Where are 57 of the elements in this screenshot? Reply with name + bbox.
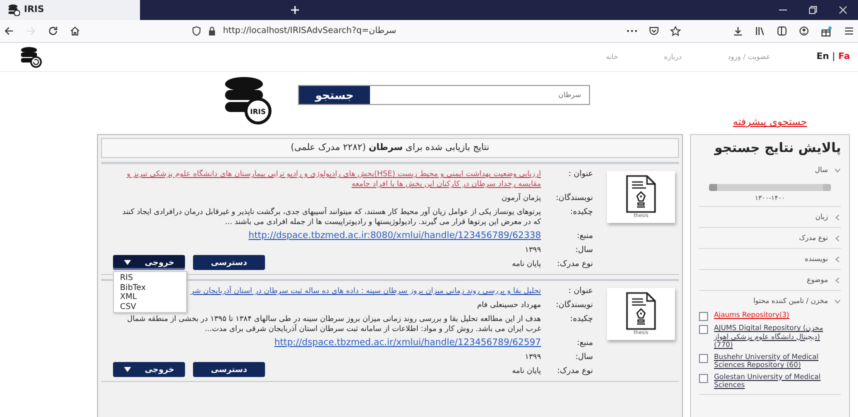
access-button[interactable]: دسترسی: [193, 255, 265, 270]
database-icon: [8, 4, 20, 16]
reload-icon[interactable]: [48, 26, 58, 36]
separator: |: [832, 52, 836, 62]
menu-item[interactable]: RIS: [114, 273, 186, 282]
field-label: نویسندگان:: [554, 193, 593, 203]
field-label: منبع:: [576, 338, 593, 348]
restore-icon[interactable]: [808, 5, 818, 15]
menu-item[interactable]: BibTex: [114, 282, 186, 292]
sidebar-icon[interactable]: [777, 26, 787, 36]
menu-icon[interactable]: [844, 26, 854, 36]
caret-icon: [124, 260, 131, 265]
download-icon[interactable]: [733, 26, 743, 36]
database-logo-icon: [20, 46, 42, 68]
checkbox[interactable]: [699, 312, 708, 321]
home-icon[interactable]: [70, 26, 80, 36]
export-button[interactable]: خروجی: [113, 362, 185, 377]
caret-icon: [124, 367, 131, 372]
account-icon[interactable]: [799, 26, 809, 36]
field-label: منبع:: [576, 231, 593, 241]
library-icon[interactable]: [755, 26, 765, 36]
field-label: نویسندگان:: [554, 300, 593, 310]
range-slider[interactable]: [709, 184, 831, 191]
field-label: چکیده:: [569, 207, 593, 218]
close-icon[interactable]: [838, 5, 848, 15]
field-label: عنوان :: [567, 169, 593, 180]
field-label: نوع مدرک:: [556, 366, 593, 377]
checkbox[interactable]: [699, 354, 708, 362]
pocket-icon[interactable]: [649, 26, 659, 36]
filter-title: پالایش نتایج جستجو: [713, 141, 841, 156]
shield-icon[interactable]: [192, 26, 201, 36]
checkbox[interactable]: [699, 374, 708, 382]
source-link[interactable]: http://dspace.tbzmed.ac.ir:8080/xmlui/handle/123456789/62338: [248, 231, 541, 241]
back-icon[interactable]: [4, 26, 14, 36]
browser-tab[interactable]: IRIS: [0, 0, 140, 20]
menu-item[interactable]: XML: [114, 292, 186, 302]
source-link[interactable]: http://dspace.tbzmed.ac.ir/xmlui/handle/123456789/62597: [274, 338, 541, 348]
results-heading: نتایج بازیابی شده برای سرطان (۲۲۸۲ مدرک علمی): [101, 138, 679, 158]
language-link[interactable]: En: [816, 52, 829, 62]
advanced-search-link[interactable]: جستجوی پیشرفته: [732, 117, 808, 128]
document-icon: [624, 292, 658, 330]
menu-item[interactable]: CSV: [114, 302, 186, 311]
gift-icon[interactable]: [821, 26, 832, 36]
lock-icon: [208, 26, 216, 36]
field-label: عنوان :: [567, 286, 593, 296]
field-label: سال:: [574, 245, 593, 255]
document-icon: [624, 175, 658, 213]
export-button[interactable]: خروجی: [113, 255, 185, 270]
address-field[interactable]: http://localhost/IRISAdvSearch?q=سرطان: [223, 26, 615, 36]
field-label: سال:: [574, 352, 593, 362]
field-label: نوع مدرک:: [556, 259, 593, 270]
field-label: چکیده:: [569, 314, 593, 325]
access-button[interactable]: دسترسی: [193, 362, 265, 377]
star-icon[interactable]: [670, 26, 681, 36]
plus-icon[interactable]: [290, 5, 300, 15]
checkbox[interactable]: [699, 325, 708, 334]
language-link[interactable]: Fa: [838, 52, 850, 62]
